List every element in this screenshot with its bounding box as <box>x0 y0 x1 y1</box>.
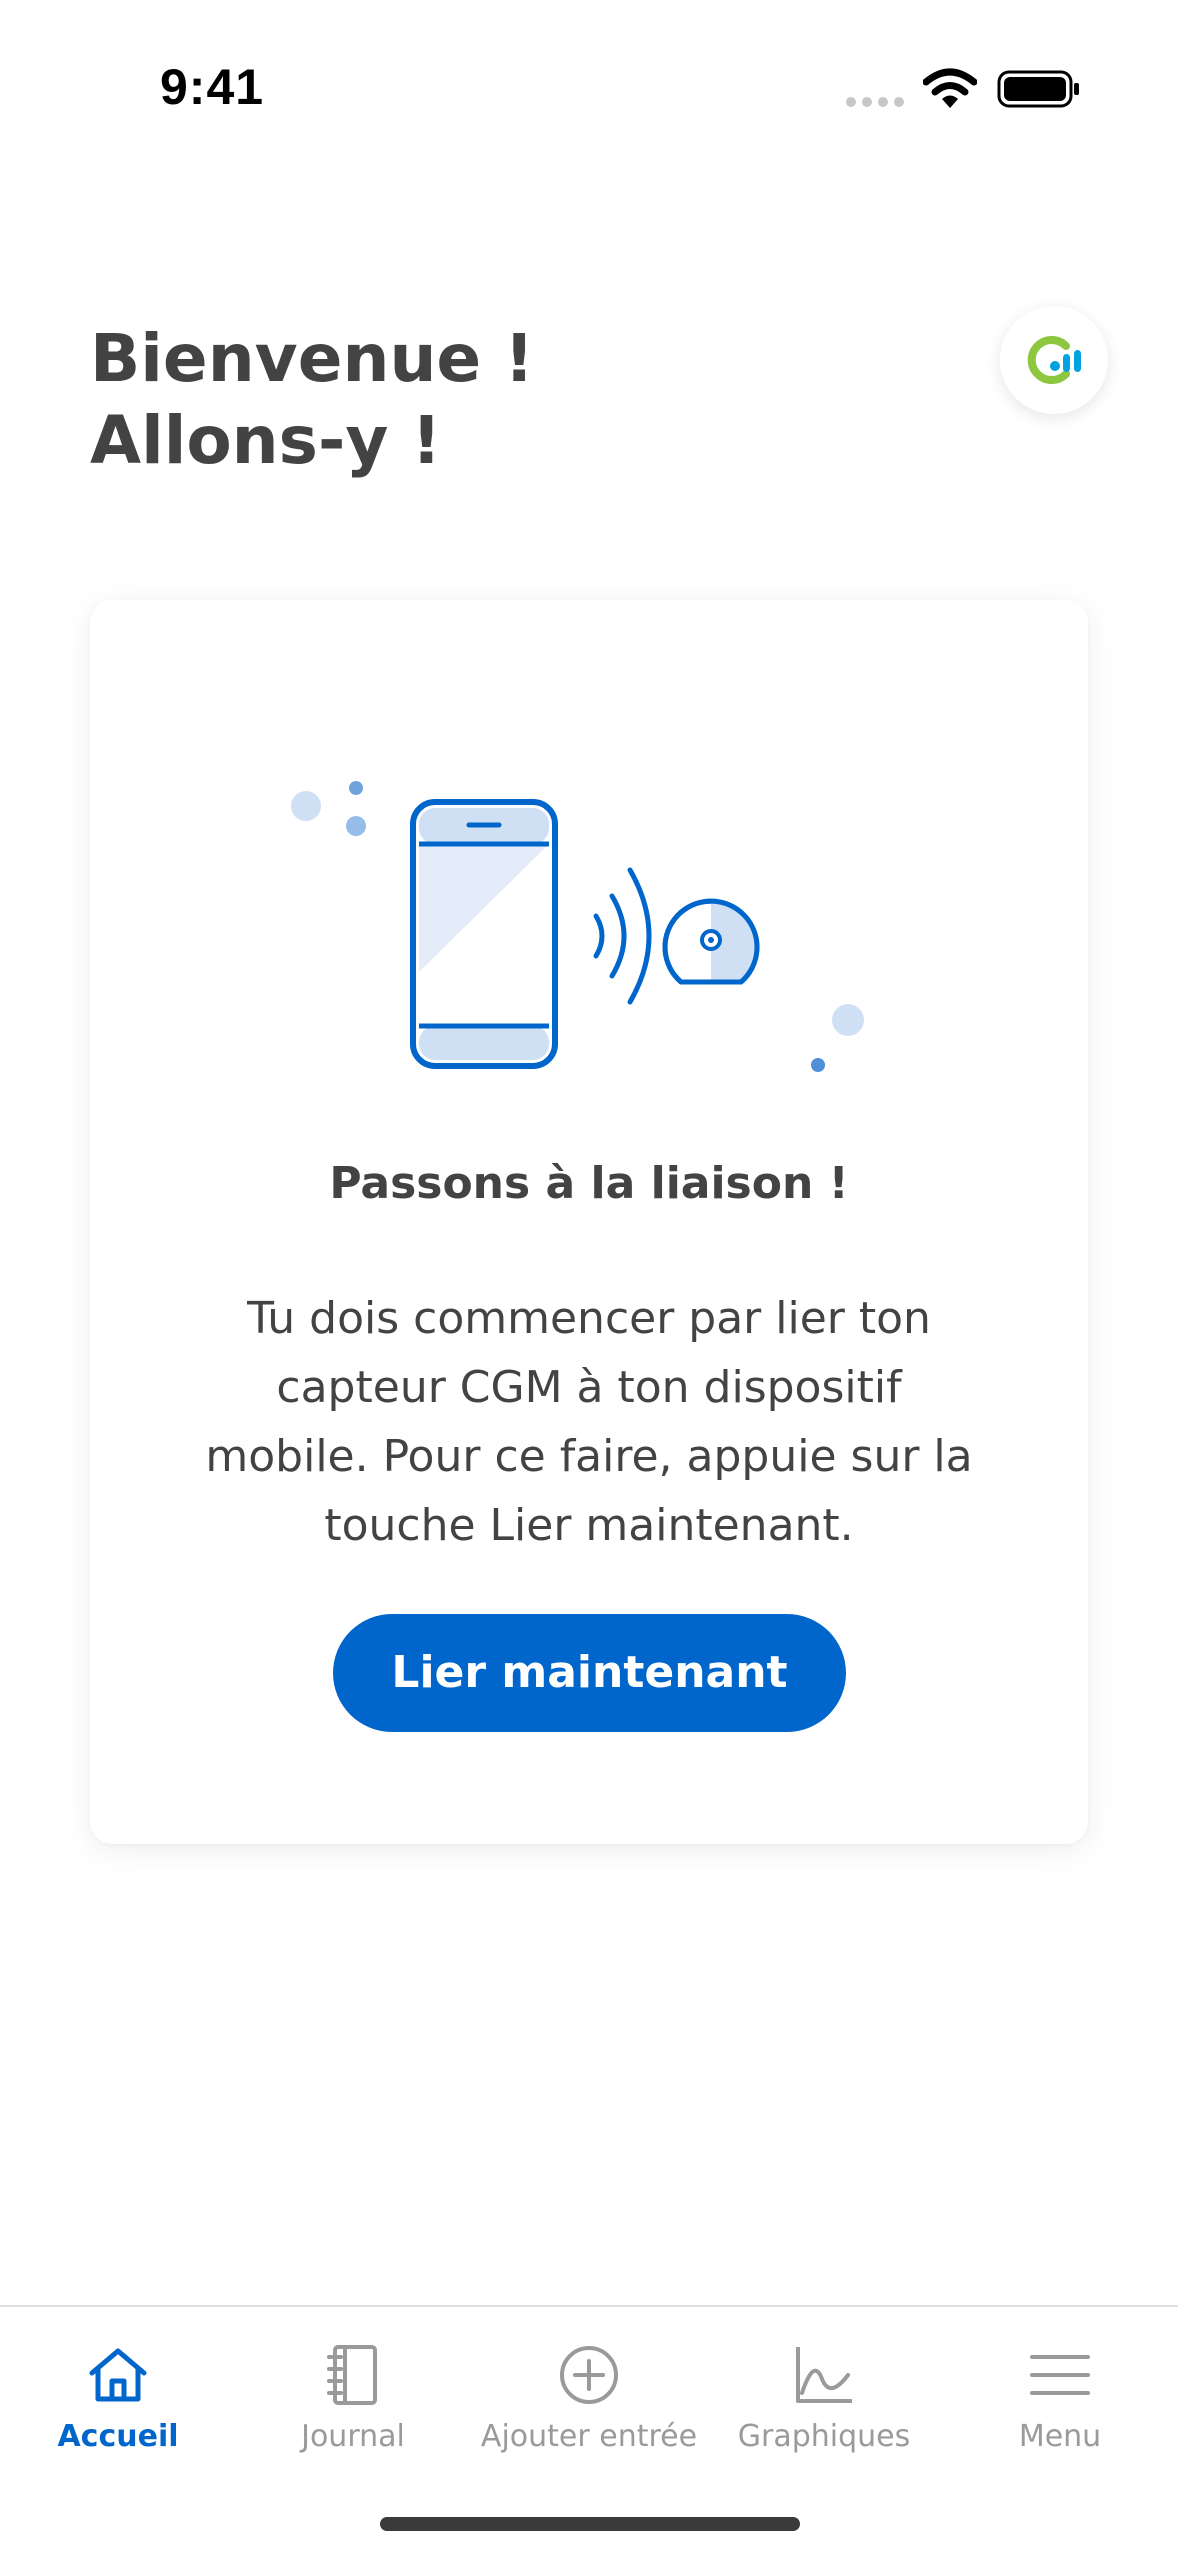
card-description-line: Tu dois commencer par lier ton <box>247 1293 931 1344</box>
welcome-heading: Bienvenue ! Allons-y ! <box>90 318 534 482</box>
menu-icon <box>1030 2355 1090 2395</box>
tab-accueil[interactable]: Accueil <box>0 2307 236 2467</box>
app-logo-icon <box>1027 336 1081 384</box>
add-entry-icon <box>560 2346 618 2404</box>
pairing-card: Passons à la liaison ! Tu dois commencer… <box>90 600 1088 1844</box>
app-logo-button[interactable] <box>1000 306 1108 414</box>
home-indicator[interactable] <box>380 2517 800 2531</box>
tab-ajouter-entree[interactable]: Ajouter entrée <box>471 2307 707 2467</box>
tab-label: Graphiques <box>737 2419 911 2454</box>
tab-label: Menu <box>1018 2419 1102 2454</box>
card-description-line: capteur CGM à ton dispositif <box>276 1362 902 1413</box>
phone-sensor-pairing-illustration <box>291 781 864 1072</box>
welcome-line-1: Bienvenue ! <box>90 320 535 397</box>
journal-icon <box>327 2345 377 2405</box>
tab-label: Journal <box>301 2419 405 2454</box>
welcome-line-2: Allons-y ! <box>90 402 442 479</box>
tab-label: Ajouter entrée <box>480 2419 698 2454</box>
wifi-icon <box>923 68 977 108</box>
link-now-button[interactable]: Lier maintenant <box>333 1614 846 1732</box>
home-icon <box>89 2348 147 2402</box>
cellular-signal-icon <box>846 97 904 107</box>
chart-icon <box>796 2347 852 2403</box>
card-description: Tu dois commencer par lier ton capteur C… <box>170 1284 1008 1560</box>
battery-icon <box>997 70 1079 108</box>
card-description-line: touche Lier maintenant. <box>324 1500 854 1551</box>
tab-journal[interactable]: Journal <box>235 2307 471 2467</box>
card-title: Passons à la liaison ! <box>329 1158 849 1209</box>
status-time: 9:41 <box>160 59 265 115</box>
home-screen: 9:41 Bienvenue ! Allons-y ! Passons à la… <box>0 0 1178 2556</box>
tab-graphiques[interactable]: Graphiques <box>706 2307 942 2467</box>
card-description-line: mobile. Pour ce faire, appuie sur la <box>205 1431 973 1482</box>
tab-label: Accueil <box>57 2419 179 2454</box>
tab-menu[interactable]: Menu <box>942 2307 1178 2467</box>
